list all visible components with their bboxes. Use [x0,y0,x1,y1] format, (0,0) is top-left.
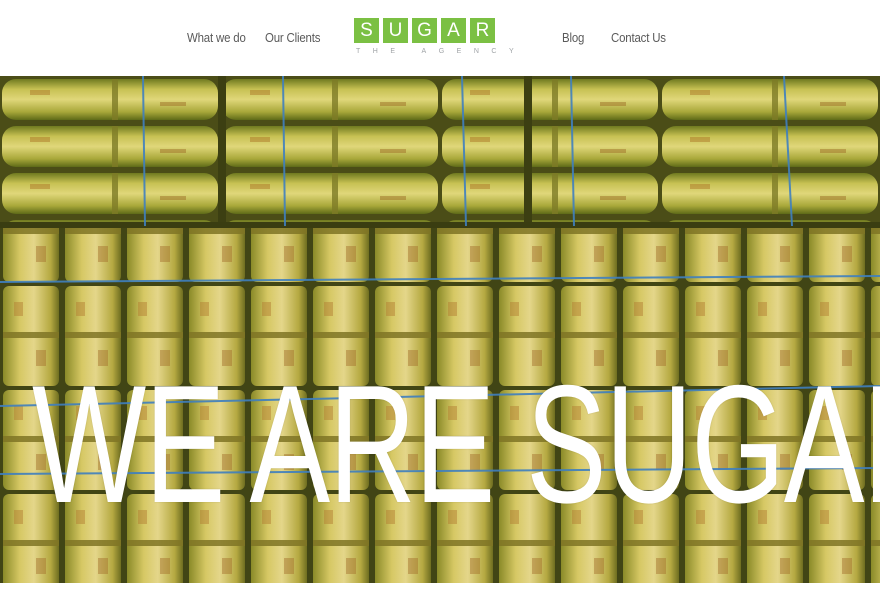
nav-link-our-clients[interactable]: Our Clients [265,30,320,45]
logo-letter: U [383,18,408,43]
hero-title: WE ARE SUGAR [32,350,880,538]
logo-tagline: THE AGENCY [356,48,527,55]
logo-letter: G [412,18,437,43]
nav-link-what-we-do[interactable]: What we do [187,30,246,45]
nav-link-blog[interactable]: Blog [562,30,584,45]
logo-letter: S [354,18,379,43]
logo-letter: A [441,18,466,43]
logo-letters: S U G A R [354,18,495,43]
hero-banner: WE ARE SUGAR [0,76,880,583]
sugar-logo[interactable]: S U G A R THE AGENCY [354,18,527,58]
logo-letter: R [470,18,495,43]
top-navigation: What we do Our Clients S U G A R THE AGE… [0,0,880,76]
nav-link-contact-us[interactable]: Contact Us [611,30,666,45]
